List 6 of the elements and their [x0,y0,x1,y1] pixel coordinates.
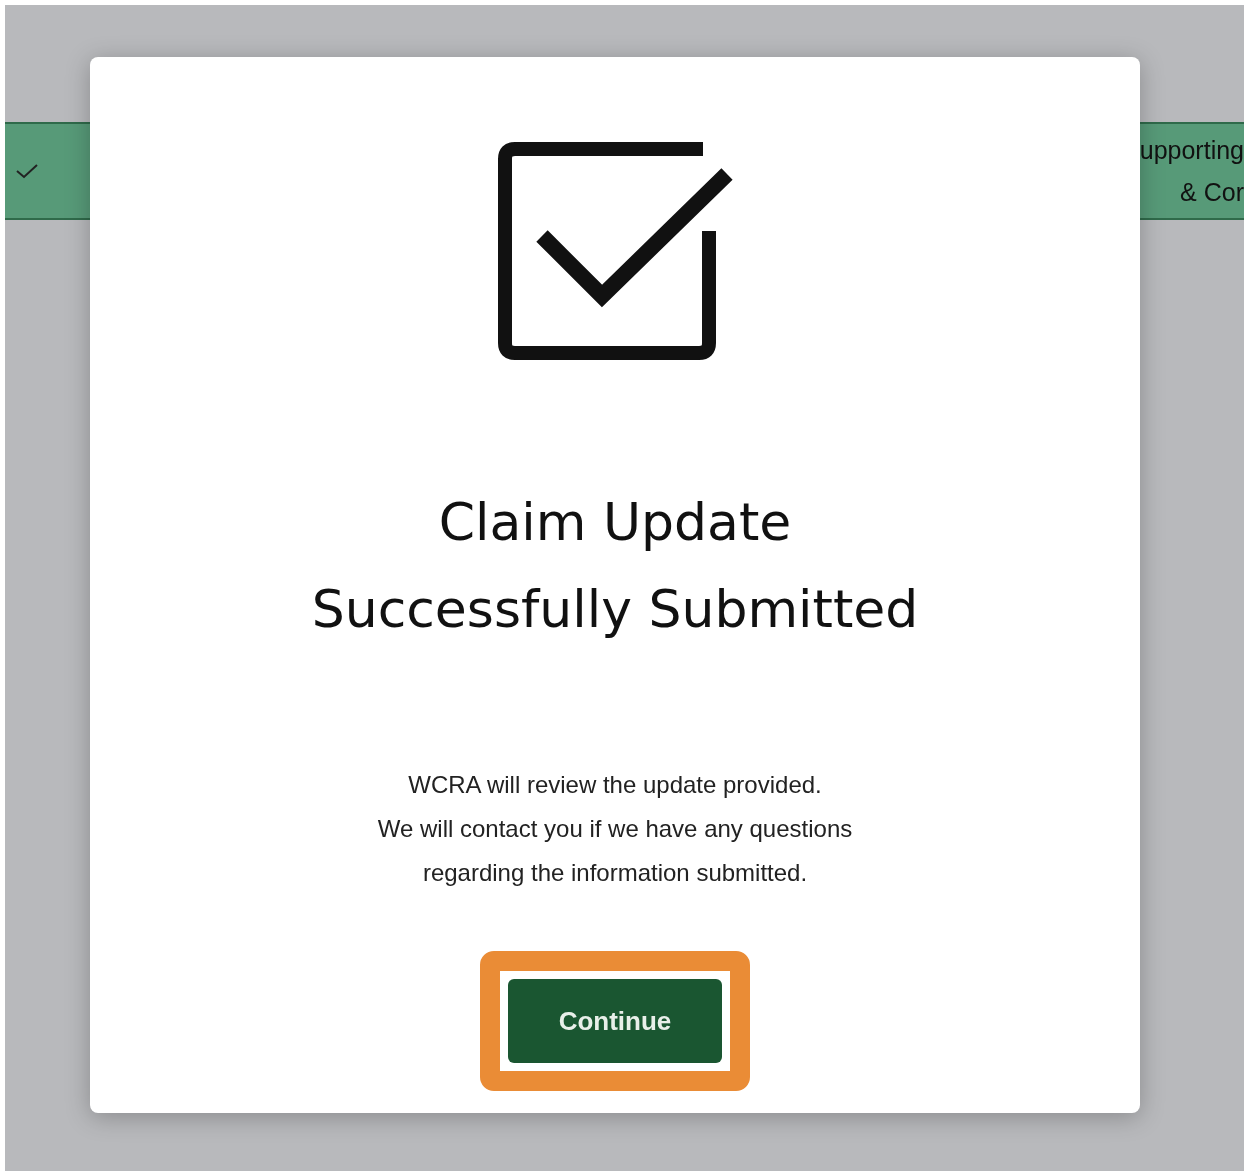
checked-box-icon [497,141,733,363]
continue-button[interactable]: Continue [508,979,722,1063]
dialog-message: WCRA will review the update provided. We will contact you if we have any questions regarding the information submitted. [377,770,853,888]
step-label: & Cor [1180,177,1244,208]
step-label: upporting [1139,135,1244,166]
dialog-title: Claim Update Successfully Submitted [311,491,919,641]
